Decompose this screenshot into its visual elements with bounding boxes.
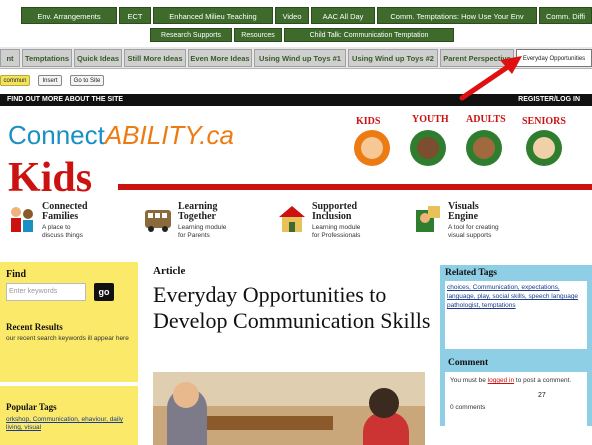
tab-nt[interactable]: nt [0,49,20,67]
related-tags-heading: Related Tags [445,268,497,278]
tab-child-talk[interactable]: Child Talk: Communication Temptation [284,28,454,42]
register-login-link[interactable]: REGISTER/LOG IN [518,94,580,106]
site-topbar: FIND OUT MORE ABOUT THE SITE REGISTER/LO… [0,94,592,106]
article-kicker: Article [153,265,186,277]
visuals-engine-icon [416,206,440,232]
kids-label: KIDS [356,116,381,127]
find-out-link[interactable]: FIND OUT MORE ABOUT THE SITE [7,94,123,106]
article-photo [153,372,425,445]
youth-face-icon [417,137,439,159]
feature-title-4: Visuals Engine [448,201,479,222]
house-icon [279,206,305,232]
tab-video[interactable]: Video [275,7,309,24]
tab-even-more-ideas[interactable]: Even More Ideas [188,49,252,67]
left-sidebar: Find Enter keywords go Recent Results ou… [0,262,140,445]
seniors-face-icon [533,137,555,159]
tab-row-secondary: Research Supports Resources Child Talk: … [0,26,592,43]
tab-wind-up-toys-1[interactable]: Using Wind up Toys #1 [254,49,346,67]
families-icon [11,207,33,232]
tab-temptations[interactable]: Temptations [22,49,72,67]
tab-resources[interactable]: Resources [234,28,282,42]
tab-aac-all-day[interactable]: AAC All Day [311,7,375,24]
find-panel: Find Enter keywords go Recent Results ou… [0,262,138,382]
find-heading: Find [6,269,27,280]
tab-research-supports[interactable]: Research Supports [150,28,232,42]
related-tags-panel: Related Tags choices, Communication, exp… [440,265,592,355]
adults-label: ADULTS [466,114,506,125]
seniors-circle-icon[interactable] [526,130,562,166]
tab-everyday-opportunities[interactable]: Everyday Opportunities [516,49,592,67]
article-main: Article Everyday Opportunities to Develo… [150,262,430,445]
kids-face-icon [361,137,383,159]
slide-tab-row: nt Temptations Quick Ideas Still More Id… [0,47,592,69]
feature-title-3: Supported Inclusion [312,201,358,222]
feature-sub-3: Learning module for Professionals [312,224,361,239]
toolbar: commun Insert Go to Site [0,70,592,92]
go-to-site-button[interactable]: Go to Site [70,75,104,86]
youth-circle-icon[interactable] [410,130,446,166]
comment-panel: Comment You must be logged in to post a … [440,354,592,426]
recent-results-text: our recent search keywords ill appear he… [6,335,129,342]
kids-circle-icon[interactable] [354,130,390,166]
tab-wind-up-toys-2[interactable]: Using Wind up Toys #2 [348,49,438,67]
school-bus-icon [145,210,171,232]
youth-label: YOUTH [412,114,449,125]
kids-heading: Kids [8,155,93,201]
popular-tags-links[interactable]: orkshop, Communication, ehaviour, daily … [6,416,136,432]
tab-row-primary: Env. Arrangements ECT Enhanced Milieu Te… [0,0,592,28]
powerpoint-slide: Env. Arrangements ECT Enhanced Milieu Te… [0,0,592,445]
feature-sub-4: A tool for creating visual supports [448,224,499,239]
feature-row: Connected Families A place to discuss thin… [0,198,592,258]
connectability-logo[interactable]: ConnectABILITY.ca [8,120,234,151]
tab-comm-temptations[interactable]: Comm. Temptations: How Use Your Env [377,7,537,24]
popular-tags-heading: Popular Tags [6,402,57,412]
slide-number: 27 [538,392,546,399]
comment-heading: Comment [448,358,489,368]
tab-comm-difficulties[interactable]: Comm. Diffi [539,7,592,24]
comment-message: You must be logged in to post a comment. [450,377,572,384]
tab-quick-ideas[interactable]: Quick Ideas [74,49,122,67]
logo-connect-text: Connect [8,120,105,150]
tab-ect[interactable]: ECT [119,7,151,24]
insert-button[interactable]: Insert [38,75,62,86]
feature-title-2: Learning Together [178,201,218,222]
comment-count: 0 comments [450,404,486,411]
logged-in-link[interactable]: logged in [488,377,514,384]
search-input[interactable]: Enter keywords [6,283,86,301]
feature-title-1: Connected Families [42,201,88,222]
commun-button[interactable]: commun [0,75,30,86]
related-tags-links[interactable]: choices, Communication, expectations, la… [447,283,587,310]
popular-tags-panel: Popular Tags orkshop, Communication, eha… [0,386,138,445]
tab-enhanced-milieu[interactable]: Enhanced Milieu Teaching [153,7,273,24]
site-masthead: ConnectABILITY.ca Kids KIDS YOUTH ADULTS… [0,106,592,201]
seniors-label: SENIORS [522,116,566,127]
article-title: Everyday Opportunities to Develop Commun… [153,282,431,333]
adults-circle-icon[interactable] [466,130,502,166]
adults-face-icon [473,137,495,159]
right-sidebar: Related Tags choices, Communication, exp… [440,262,592,445]
recent-results-heading: Recent Results [6,322,63,332]
feature-sub-1: A place to discuss things [42,224,83,239]
tab-still-more-ideas[interactable]: Still More Ideas [124,49,186,67]
kids-underline [118,184,592,190]
tab-env-arrangements[interactable]: Env. Arrangements [21,7,117,24]
logo-ability-text: ABILITY.ca [104,120,234,150]
go-button[interactable]: go [94,283,114,301]
tab-parent-perspective[interactable]: Parent Perspective [440,49,514,67]
feature-sub-2: Learning module for Parents [178,224,227,239]
